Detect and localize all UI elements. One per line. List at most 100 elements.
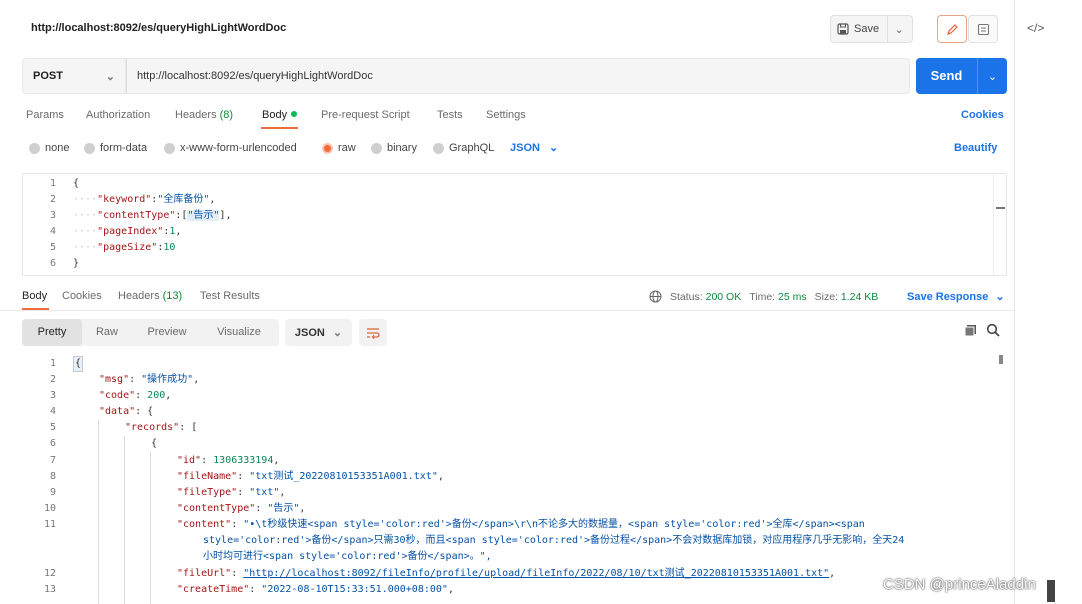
pencil-icon bbox=[946, 23, 958, 35]
radio-form-data[interactable]: form-data bbox=[84, 142, 147, 154]
save-dropdown-chevron-icon[interactable]: ⌄ bbox=[888, 23, 910, 36]
code-line: "contentType": "告示", bbox=[177, 503, 306, 514]
status-value: 200 OK bbox=[705, 290, 742, 303]
code-line: "fileType": "txt", bbox=[177, 487, 286, 498]
cookies-link[interactable]: Cookies bbox=[961, 109, 1004, 121]
method-chevron-icon: ⌄ bbox=[105, 70, 115, 83]
response-format-chevron-icon: ⌄ bbox=[332, 327, 343, 339]
code-line: "records": [ bbox=[125, 422, 198, 433]
tab-authorization[interactable]: Authorization bbox=[86, 109, 150, 121]
save-button[interactable]: Save ⌄ bbox=[830, 15, 913, 43]
status-field[interactable]: Status: 200 OK bbox=[670, 291, 741, 303]
line-number: 4 bbox=[49, 226, 56, 237]
radio-graphql[interactable]: GraphQL bbox=[433, 142, 494, 154]
response-tab-test-results[interactable]: Test Results bbox=[200, 290, 260, 302]
indent-guide bbox=[98, 420, 99, 604]
radio-circle-icon bbox=[433, 142, 444, 154]
tab-headers[interactable]: Headers (8) bbox=[175, 109, 233, 121]
view-raw[interactable]: Raw bbox=[86, 319, 128, 346]
size-value: 1.24 KB bbox=[840, 290, 879, 303]
save-label: Save bbox=[854, 23, 880, 35]
send-button[interactable]: Send ⌄ bbox=[916, 58, 1007, 94]
response-tab-headers-count: (13) bbox=[162, 290, 183, 302]
response-divider bbox=[0, 310, 1014, 311]
tab-headers-label: Headers bbox=[175, 109, 217, 121]
save-response-button[interactable]: Save Response ⌄ bbox=[907, 290, 1005, 303]
radio-circle-icon bbox=[84, 142, 95, 154]
line-number: 7 bbox=[49, 455, 56, 466]
body-format-chevron-icon: ⌄ bbox=[549, 142, 559, 154]
save-response-chevron-icon: ⌄ bbox=[995, 291, 1005, 303]
save-icon bbox=[837, 23, 849, 35]
url-input[interactable]: http://localhost:8092/es/queryHighLightW… bbox=[126, 58, 910, 94]
tab-body-label: Body bbox=[262, 109, 288, 121]
code-snippet-icon[interactable]: </> bbox=[1027, 21, 1044, 35]
response-format-value: JSON bbox=[294, 326, 325, 339]
file-url-link[interactable]: "http://localhost:8092/fileInfo/profile/… bbox=[243, 568, 829, 579]
radio-none[interactable]: none bbox=[29, 142, 69, 154]
code-line: { bbox=[151, 438, 158, 449]
code-line: { bbox=[73, 178, 80, 189]
code-line: ····"pageSize":10 bbox=[73, 242, 176, 253]
tab-body[interactable]: Body bbox=[262, 109, 298, 121]
line-number: 10 bbox=[43, 503, 56, 514]
line-number: 4 bbox=[49, 406, 56, 417]
copy-icon[interactable] bbox=[964, 324, 977, 340]
line-number: 13 bbox=[43, 584, 56, 595]
body-format-select[interactable]: JSON ⌄ bbox=[510, 141, 558, 154]
response-status-line: Status: 200 OK Time: 25 ms Size: 1.24 KB bbox=[649, 290, 878, 303]
line-number: 3 bbox=[49, 390, 56, 401]
tab-pre-request-script[interactable]: Pre-request Script bbox=[321, 109, 410, 121]
view-preview[interactable]: Preview bbox=[140, 319, 194, 346]
radio-urlencoded[interactable]: x-www-form-urlencoded bbox=[164, 142, 297, 154]
indent-guide bbox=[150, 452, 151, 604]
request-editor-scrollbar[interactable] bbox=[993, 174, 1006, 275]
tab-params[interactable]: Params bbox=[26, 109, 64, 121]
time-value: 25 ms bbox=[778, 290, 807, 303]
radio-urlencoded-label: x-www-form-urlencoded bbox=[180, 142, 297, 154]
globe-icon[interactable] bbox=[649, 290, 662, 303]
wrap-lines-button[interactable] bbox=[359, 319, 387, 346]
line-number: 3 bbox=[49, 210, 56, 221]
request-title: http://localhost:8092/es/queryHighLightW… bbox=[31, 22, 287, 34]
radio-binary[interactable]: binary bbox=[371, 142, 417, 154]
indent-guide bbox=[124, 436, 125, 604]
response-format-select[interactable]: JSON ⌄ bbox=[285, 319, 352, 346]
radio-none-label: none bbox=[45, 142, 70, 154]
comment-icon bbox=[977, 23, 989, 35]
view-visualize[interactable]: Visualize bbox=[208, 319, 270, 346]
response-tab-body[interactable]: Body bbox=[22, 290, 47, 302]
code-line: ····"contentType":["告示"], bbox=[73, 210, 232, 221]
line-number: 8 bbox=[49, 471, 56, 482]
response-scrollbar-thumb[interactable] bbox=[999, 355, 1003, 364]
line-number: 6 bbox=[49, 258, 56, 269]
response-tab-headers[interactable]: Headers (13) bbox=[118, 290, 182, 302]
edit-pencil-button[interactable] bbox=[937, 15, 967, 43]
line-number: 5 bbox=[49, 242, 56, 253]
view-pretty[interactable]: Pretty bbox=[22, 319, 82, 346]
search-icon[interactable] bbox=[986, 323, 1000, 340]
radio-circle-icon bbox=[29, 142, 40, 154]
line-number: 1 bbox=[49, 358, 56, 369]
scrollbar-thumb[interactable] bbox=[996, 207, 1005, 209]
response-tab-cookies[interactable]: Cookies bbox=[62, 290, 102, 302]
wrap-lines-icon bbox=[367, 327, 380, 339]
send-dropdown-chevron-icon[interactable]: ⌄ bbox=[978, 70, 1007, 83]
response-tab-headers-label: Headers bbox=[118, 290, 160, 302]
body-active-dot-icon bbox=[291, 111, 298, 118]
code-line: "code": 200, bbox=[99, 390, 172, 401]
comments-button[interactable] bbox=[968, 15, 998, 43]
line-number: 9 bbox=[49, 487, 56, 498]
code-line: } bbox=[73, 258, 80, 269]
code-line: "createTime": "2022-08-10T15:33:51.000+0… bbox=[177, 584, 454, 595]
tab-settings[interactable]: Settings bbox=[486, 109, 526, 121]
method-select[interactable]: POST ⌄ bbox=[22, 58, 126, 94]
radio-circle-icon bbox=[371, 142, 382, 154]
mouse-cursor-icon bbox=[1047, 580, 1055, 602]
radio-raw[interactable]: raw bbox=[322, 142, 356, 154]
line-number: 6 bbox=[49, 438, 56, 449]
tab-tests[interactable]: Tests bbox=[437, 109, 463, 121]
size-field[interactable]: Size: 1.24 KB bbox=[815, 291, 879, 303]
beautify-link[interactable]: Beautify bbox=[954, 142, 997, 154]
time-field[interactable]: Time: 25 ms bbox=[749, 291, 806, 303]
